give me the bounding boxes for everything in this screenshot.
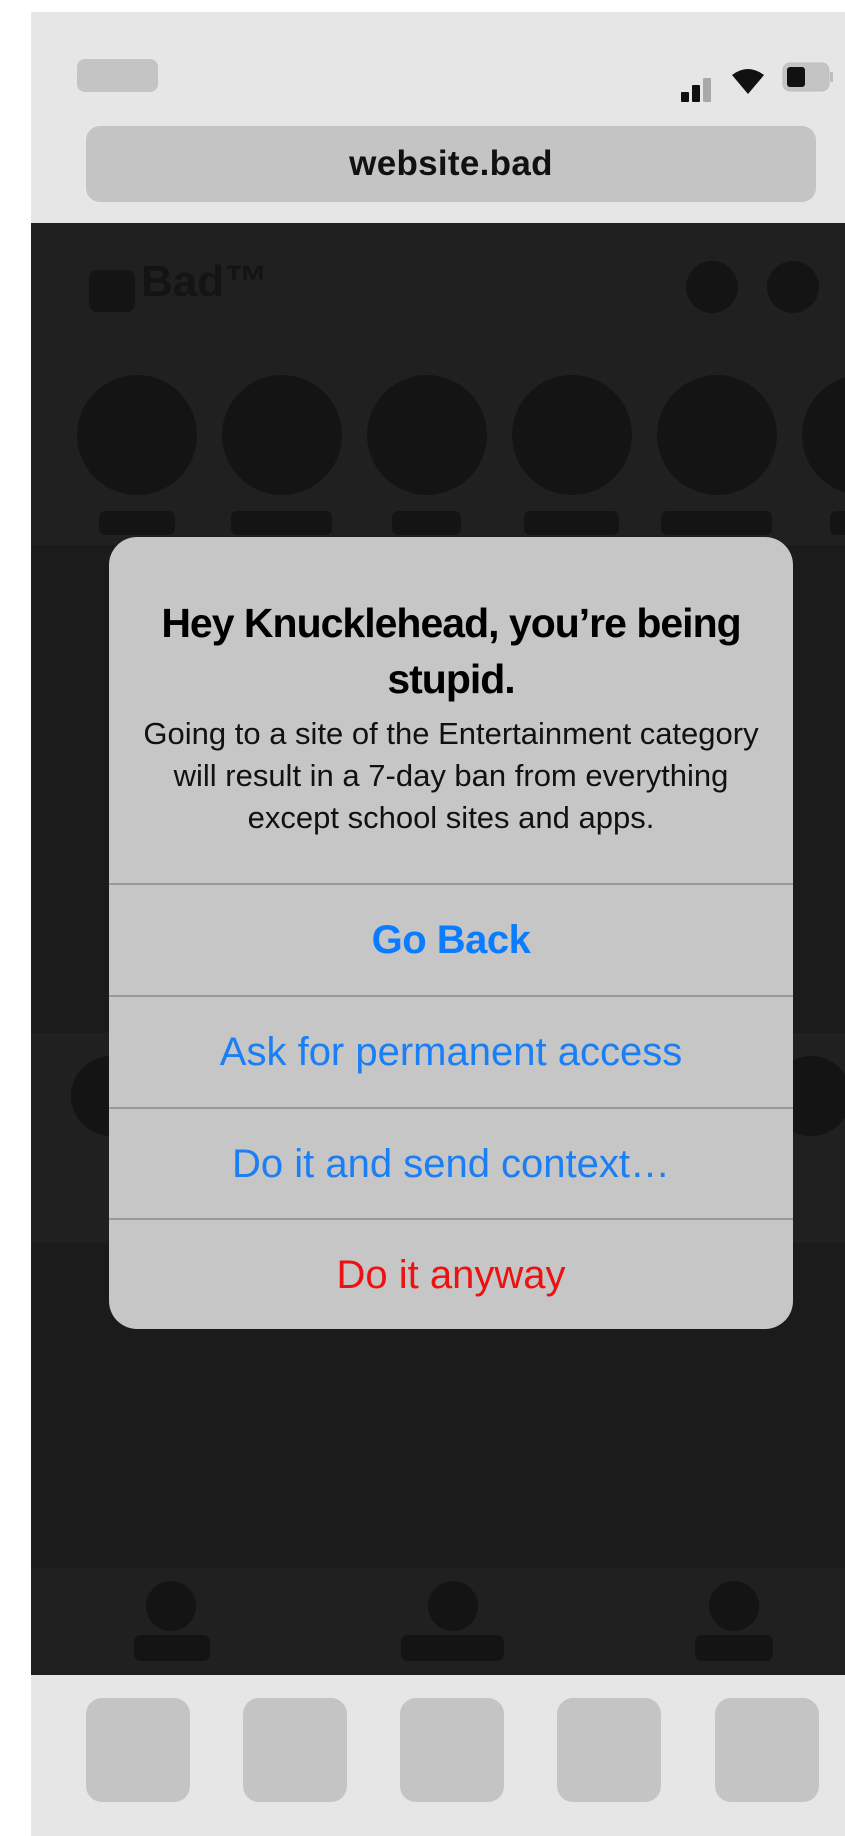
warning-alert-dialog: Hey Knucklehead, you’re being stupid. Go…	[109, 537, 793, 1329]
send-context-button[interactable]: Do it and send context…	[109, 1109, 793, 1219]
story-avatar	[657, 375, 777, 495]
story-avatar	[367, 375, 487, 495]
site-logo-text: Bad™	[141, 257, 269, 306]
story-label	[99, 511, 175, 535]
nav-item-icon	[146, 1581, 196, 1631]
phone-screen: website.bad Bad™ Hey Knucklehead, you’re…	[31, 12, 845, 1836]
story-label	[524, 511, 619, 535]
story-avatar	[512, 375, 632, 495]
nav-item-label	[401, 1635, 504, 1661]
story-label	[392, 511, 461, 535]
nav-item-icon	[428, 1581, 478, 1631]
address-bar[interactable]: website.bad	[86, 126, 816, 202]
alert-message: Going to a site of the Entertainment cat…	[143, 716, 759, 835]
browser-share-button[interactable]	[400, 1698, 504, 1802]
address-bar-url: website.bad	[349, 144, 553, 183]
header-action-icon	[686, 261, 738, 313]
ask-permanent-access-button[interactable]: Ask for permanent access	[109, 997, 793, 1107]
battery-icon	[782, 62, 834, 92]
do-it-anyway-button[interactable]: Do it anyway	[109, 1220, 793, 1329]
go-back-button[interactable]: Go Back	[109, 885, 793, 995]
story-label	[661, 511, 772, 535]
wifi-icon	[731, 66, 765, 96]
alert-title: Hey Knucklehead, you’re being stupid.	[161, 600, 741, 702]
header-avatar-icon	[767, 261, 819, 313]
cellular-signal-icon	[681, 72, 715, 102]
story-avatar	[77, 375, 197, 495]
story-label	[231, 511, 332, 535]
browser-bookmarks-button[interactable]	[557, 1698, 661, 1802]
browser-forward-button[interactable]	[243, 1698, 347, 1802]
nav-item-label	[695, 1635, 773, 1661]
nav-item-icon	[709, 1581, 759, 1631]
nav-item-label	[134, 1635, 210, 1661]
status-time-placeholder	[77, 59, 158, 92]
browser-back-button[interactable]	[86, 1698, 190, 1802]
browser-tabs-button[interactable]	[715, 1698, 819, 1802]
story-label	[830, 511, 845, 535]
site-logo-icon	[89, 270, 135, 312]
story-avatar	[222, 375, 342, 495]
